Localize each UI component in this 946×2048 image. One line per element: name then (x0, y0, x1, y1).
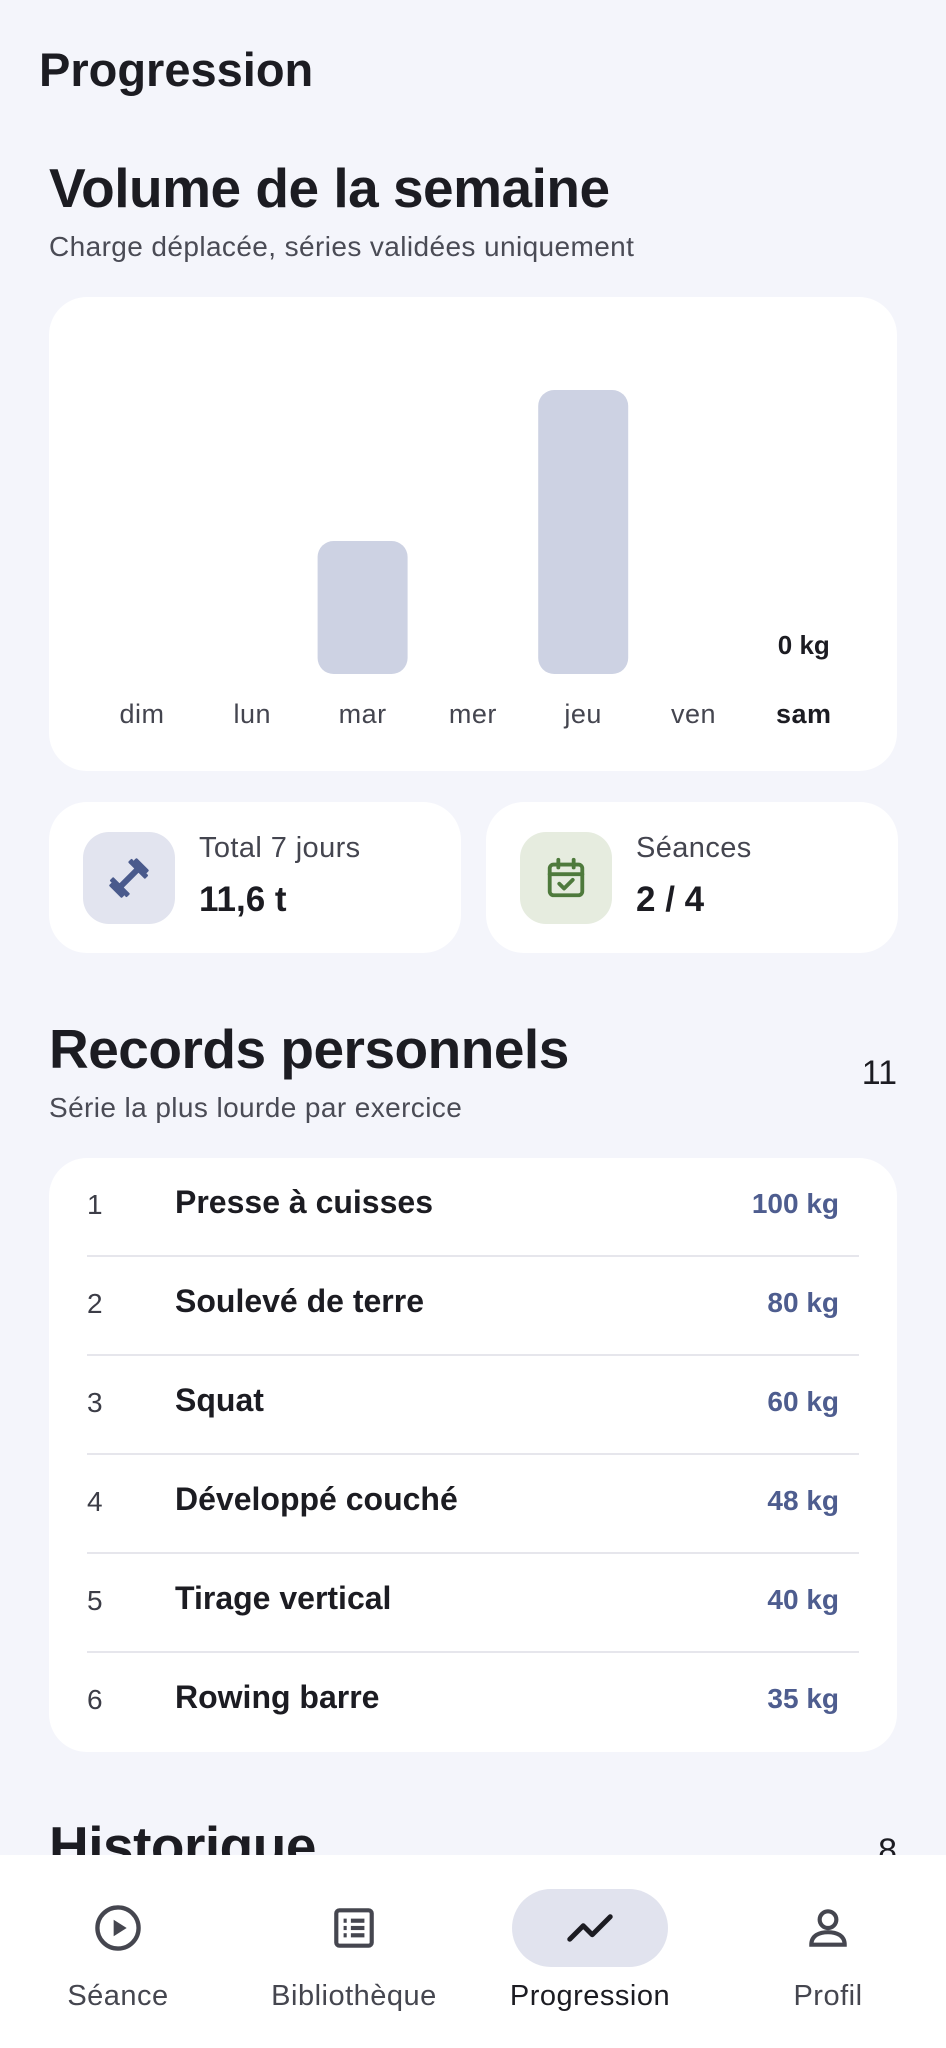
record-weight: 48 kg (767, 1485, 839, 1516)
nav-item-profil[interactable]: Profil (710, 1855, 946, 2048)
record-weight: 60 kg (767, 1386, 839, 1417)
x-tick-mar: mar (339, 699, 387, 729)
nav-pill (750, 1889, 906, 1967)
record-row[interactable]: 6 Rowing barre 35 kg (87, 1653, 859, 1752)
record-row[interactable]: 2 Soulevé de terre 80 kg (87, 1257, 859, 1356)
sessions-label: Séances (636, 832, 752, 864)
total-7-days-card: Total 7 jours 11,6 t (49, 802, 461, 953)
volume-title: Volume de la semaine (49, 157, 610, 219)
record-weight: 80 kg (767, 1287, 839, 1318)
data-label-sam: 0 kg (778, 630, 830, 660)
bar-jeu (538, 390, 629, 674)
nav-item-progression[interactable]: Progression (472, 1855, 708, 2048)
bottom-navigation: Séance Bibliothèque Progression Profil (0, 1855, 946, 2048)
record-row[interactable]: 4 Développé couché 48 kg (87, 1455, 859, 1554)
record-rank: 1 (87, 1189, 103, 1220)
sessions-card: Séances 2 / 4 (486, 802, 898, 953)
record-rank: 6 (87, 1684, 103, 1715)
record-row[interactable]: 3 Squat 60 kg (87, 1356, 859, 1455)
nav-pill-active (512, 1889, 668, 1967)
nav-label: Profil (793, 1980, 863, 2012)
record-exercise: Rowing barre (175, 1679, 380, 1715)
weekly-volume-chart-card: dim lun mar mer jeu ven sam 0 kg (49, 297, 897, 771)
records-title: Records personnels (49, 1018, 569, 1080)
record-exercise: Soulevé de terre (175, 1283, 424, 1319)
dumbbell-icon (83, 832, 175, 924)
volume-subtitle: Charge déplacée, séries validées uniquem… (49, 231, 635, 262)
record-weight: 35 kg (767, 1683, 839, 1714)
record-row[interactable]: 5 Tirage vertical 40 kg (87, 1554, 859, 1653)
nav-item-bibliotheque[interactable]: Bibliothèque (236, 1855, 472, 2048)
nav-pill (276, 1889, 432, 1967)
record-rank: 2 (87, 1288, 103, 1319)
record-rank: 3 (87, 1387, 103, 1418)
trending-up-icon (567, 1914, 613, 1942)
record-rank: 4 (87, 1486, 103, 1517)
records-count: 11 (861, 1054, 897, 1092)
record-exercise: Squat (175, 1382, 264, 1418)
nav-label: Bibliothèque (271, 1980, 437, 2012)
record-weight: 40 kg (767, 1584, 839, 1615)
records-list: 1 Presse à cuisses 100 kg 2 Soulevé de t… (49, 1158, 897, 1752)
play-circle-icon (95, 1905, 141, 1951)
nav-item-seance[interactable]: Séance (0, 1855, 236, 2048)
list-icon (334, 1908, 374, 1948)
total-7-days-value: 11,6 t (199, 880, 287, 919)
bar-mar (317, 540, 408, 674)
x-tick-jeu: jeu (563, 699, 602, 729)
x-tick-lun: lun (234, 699, 272, 729)
nav-label: Progression (509, 1980, 671, 2012)
calendar-check-icon (520, 832, 612, 924)
x-tick-ven: ven (671, 699, 716, 729)
weekly-volume-chart: dim lun mar mer jeu ven sam 0 kg (119, 390, 832, 729)
person-icon (809, 1909, 847, 1947)
nav-pill (40, 1889, 196, 1967)
record-exercise: Tirage vertical (175, 1580, 392, 1616)
page-title: Progression (39, 43, 314, 96)
x-tick-dim: dim (119, 699, 164, 729)
record-rank: 5 (87, 1585, 103, 1616)
total-7-days-label: Total 7 jours (199, 832, 361, 864)
records-subtitle: Série la plus lourde par exercice (49, 1092, 463, 1123)
x-tick-sam: sam (776, 699, 832, 729)
record-exercise: Presse à cuisses (175, 1184, 433, 1220)
record-weight: 100 kg (751, 1188, 839, 1219)
record-exercise: Développé couché (175, 1481, 458, 1517)
record-row[interactable]: 1 Presse à cuisses 100 kg (87, 1158, 859, 1257)
sessions-value: 2 / 4 (636, 880, 705, 919)
x-tick-mer: mer (449, 699, 497, 729)
nav-label: Séance (67, 1980, 169, 2012)
